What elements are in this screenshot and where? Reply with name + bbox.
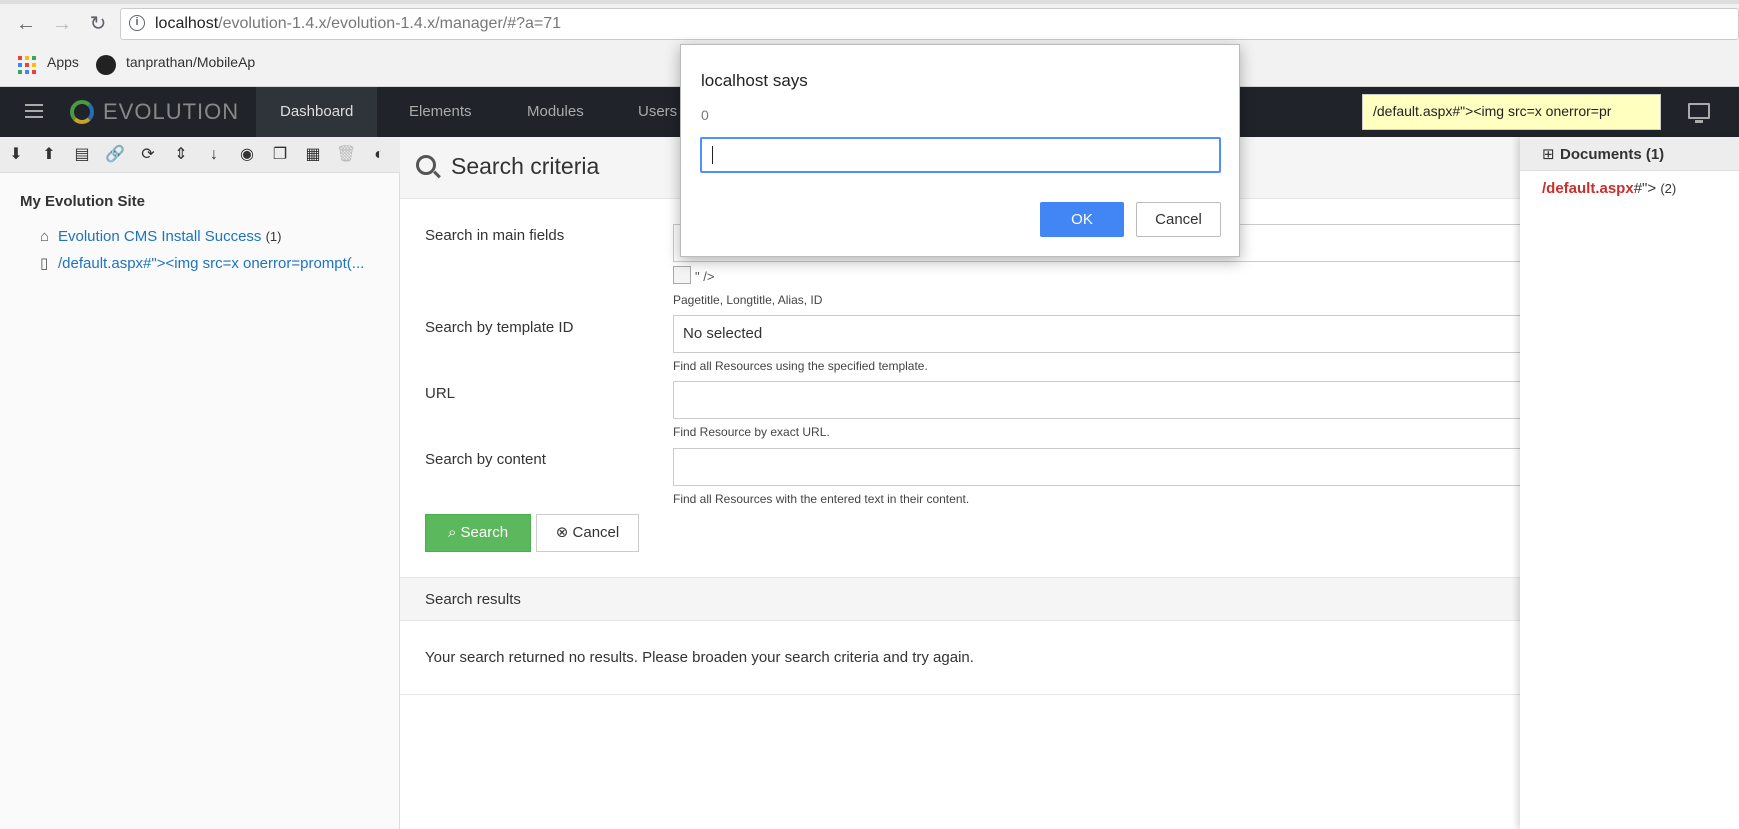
search-icon bbox=[416, 155, 436, 175]
tree-node-count: (1) bbox=[265, 229, 282, 244]
documents-panel: ⊞ Documents (1) /default.aspx#"> (2) bbox=[1520, 137, 1739, 829]
results-header: Search results bbox=[400, 577, 1520, 621]
header-search-input[interactable]: /default.aspx#"><img src=x onerror=pr bbox=[1362, 94, 1661, 130]
tree-node-label[interactable]: Evolution CMS Install Success bbox=[58, 228, 261, 245]
dialog-cancel-button[interactable]: Cancel bbox=[1136, 202, 1221, 237]
copy-icon[interactable]: ❐ bbox=[270, 145, 290, 165]
search-button[interactable]: ⌕ Search bbox=[425, 514, 531, 552]
text-caret bbox=[712, 146, 713, 164]
sort-order-icon[interactable]: ↓ bbox=[204, 145, 224, 165]
menu-dashboard[interactable]: Dashboard bbox=[256, 87, 378, 137]
menu-modules[interactable]: Modules bbox=[503, 87, 608, 137]
bookmark-apps[interactable]: Apps bbox=[47, 54, 79, 70]
sort-icon[interactable]: ⇕ bbox=[171, 145, 191, 165]
sitemap-icon: ⊞ bbox=[1542, 146, 1555, 163]
github-icon bbox=[96, 55, 116, 75]
expand-icon[interactable]: ⬇ bbox=[6, 145, 26, 165]
cancel-button-label: Cancel bbox=[572, 524, 620, 541]
field-hint: Find all Resources using the specified t… bbox=[673, 359, 928, 373]
content-input[interactable] bbox=[673, 448, 1520, 486]
apps-icon[interactable] bbox=[18, 56, 36, 74]
menu-toggle-icon[interactable] bbox=[25, 104, 43, 122]
divider bbox=[400, 694, 1520, 695]
results-message: Your search returned no results. Please … bbox=[425, 649, 974, 666]
results-title: Search results bbox=[425, 591, 521, 608]
broken-image-icon bbox=[673, 266, 691, 284]
monitor-icon[interactable] bbox=[1688, 103, 1710, 123]
grid-icon[interactable]: ▦ bbox=[303, 145, 323, 165]
back-icon[interactable]: ← bbox=[14, 12, 38, 36]
field-label: Search in main fields bbox=[425, 227, 565, 244]
cancel-button[interactable]: ⊗ Cancel bbox=[536, 514, 639, 552]
tree-node-label[interactable]: /default.aspx#"><img src=x onerror=promp… bbox=[58, 255, 364, 272]
document-icon: ▯ bbox=[40, 255, 49, 272]
search-button-label: Search bbox=[460, 524, 509, 541]
address-bar[interactable]: i localhost/evolution-1.4.x/evolution-1.… bbox=[120, 8, 1739, 40]
tree-panel: ⬇ ⬆ ▤ 🔗 ⟳ ⇕ ↓ ◉ ❐ ▦ 🗑 ◐ My Evolution Sit… bbox=[0, 137, 400, 829]
tree-node[interactable]: ⌂ Evolution CMS Install Success (1) bbox=[40, 228, 398, 245]
dialog-input[interactable] bbox=[700, 137, 1221, 173]
url-input[interactable] bbox=[673, 381, 1520, 419]
home-icon: ⌂ bbox=[40, 228, 50, 245]
trash-icon[interactable]: 🗑 bbox=[336, 145, 356, 165]
document-link[interactable]: /default.aspx#"> (2) bbox=[1542, 180, 1676, 197]
tree-node[interactable]: ▯ /default.aspx#"><img src=x onerror=prom… bbox=[40, 254, 398, 272]
info-icon[interactable]: i bbox=[129, 15, 145, 31]
new-weblink-icon[interactable]: 🔗 bbox=[105, 145, 125, 165]
tree-root[interactable]: My Evolution Site bbox=[20, 193, 145, 210]
prompt-dialog: localhost says 0 OK Cancel bbox=[680, 44, 1240, 257]
field-hint: Find Resource by exact URL. bbox=[673, 425, 830, 439]
url-path: /evolution-1.4.x/evolution-1.4.x/manager… bbox=[218, 15, 562, 32]
new-document-icon[interactable]: ▤ bbox=[72, 145, 92, 165]
template-select[interactable]: No selected bbox=[673, 315, 1520, 353]
field-label: Search by content bbox=[425, 451, 546, 468]
bookmark-github[interactable]: tanprathan/MobileAp bbox=[126, 54, 268, 70]
logo-text: EVOLUTION bbox=[103, 99, 240, 124]
field-label: URL bbox=[425, 385, 456, 402]
dialog-message: 0 bbox=[701, 107, 709, 123]
contrast-icon[interactable]: ◐ bbox=[369, 145, 389, 165]
documents-title: Documents (1) bbox=[1560, 146, 1665, 163]
address-url[interactable]: localhost/evolution-1.4.x/evolution-1.4.… bbox=[155, 15, 561, 33]
evolution-logo-icon bbox=[70, 100, 94, 124]
forward-icon[interactable]: → bbox=[50, 12, 74, 36]
menu-elements[interactable]: Elements bbox=[385, 87, 496, 137]
url-host: localhost bbox=[155, 15, 219, 32]
broken-image: " /> bbox=[673, 266, 714, 284]
broken-image-text: " /> bbox=[695, 269, 715, 284]
documents-header: ⊞ Documents (1) bbox=[1520, 137, 1739, 171]
document-link-path[interactable]: /default.aspx bbox=[1542, 180, 1634, 197]
dialog-title: localhost says bbox=[701, 71, 808, 90]
collapse-icon[interactable]: ⬆ bbox=[39, 145, 59, 165]
tree-toolbar: ⬇ ⬆ ▤ 🔗 ⟳ ⇕ ↓ ◉ ❐ ▦ 🗑 ◐ bbox=[0, 137, 400, 173]
camera-icon[interactable]: ◉ bbox=[237, 145, 257, 165]
ok-button[interactable]: OK bbox=[1040, 202, 1124, 237]
page-title: Search criteria bbox=[451, 153, 600, 179]
field-label: Search by template ID bbox=[425, 319, 574, 336]
field-hint: Find all Resources with the entered text… bbox=[673, 492, 970, 506]
tab-strip bbox=[0, 0, 1739, 4]
document-link-rest: #"> bbox=[1633, 180, 1657, 197]
field-hint: Pagetitle, Longtitle, Alias, ID bbox=[673, 293, 823, 307]
document-link-count: (2) bbox=[1660, 181, 1677, 196]
reload-icon[interactable]: ↻ bbox=[86, 12, 110, 36]
refresh-icon[interactable]: ⟳ bbox=[138, 145, 158, 165]
